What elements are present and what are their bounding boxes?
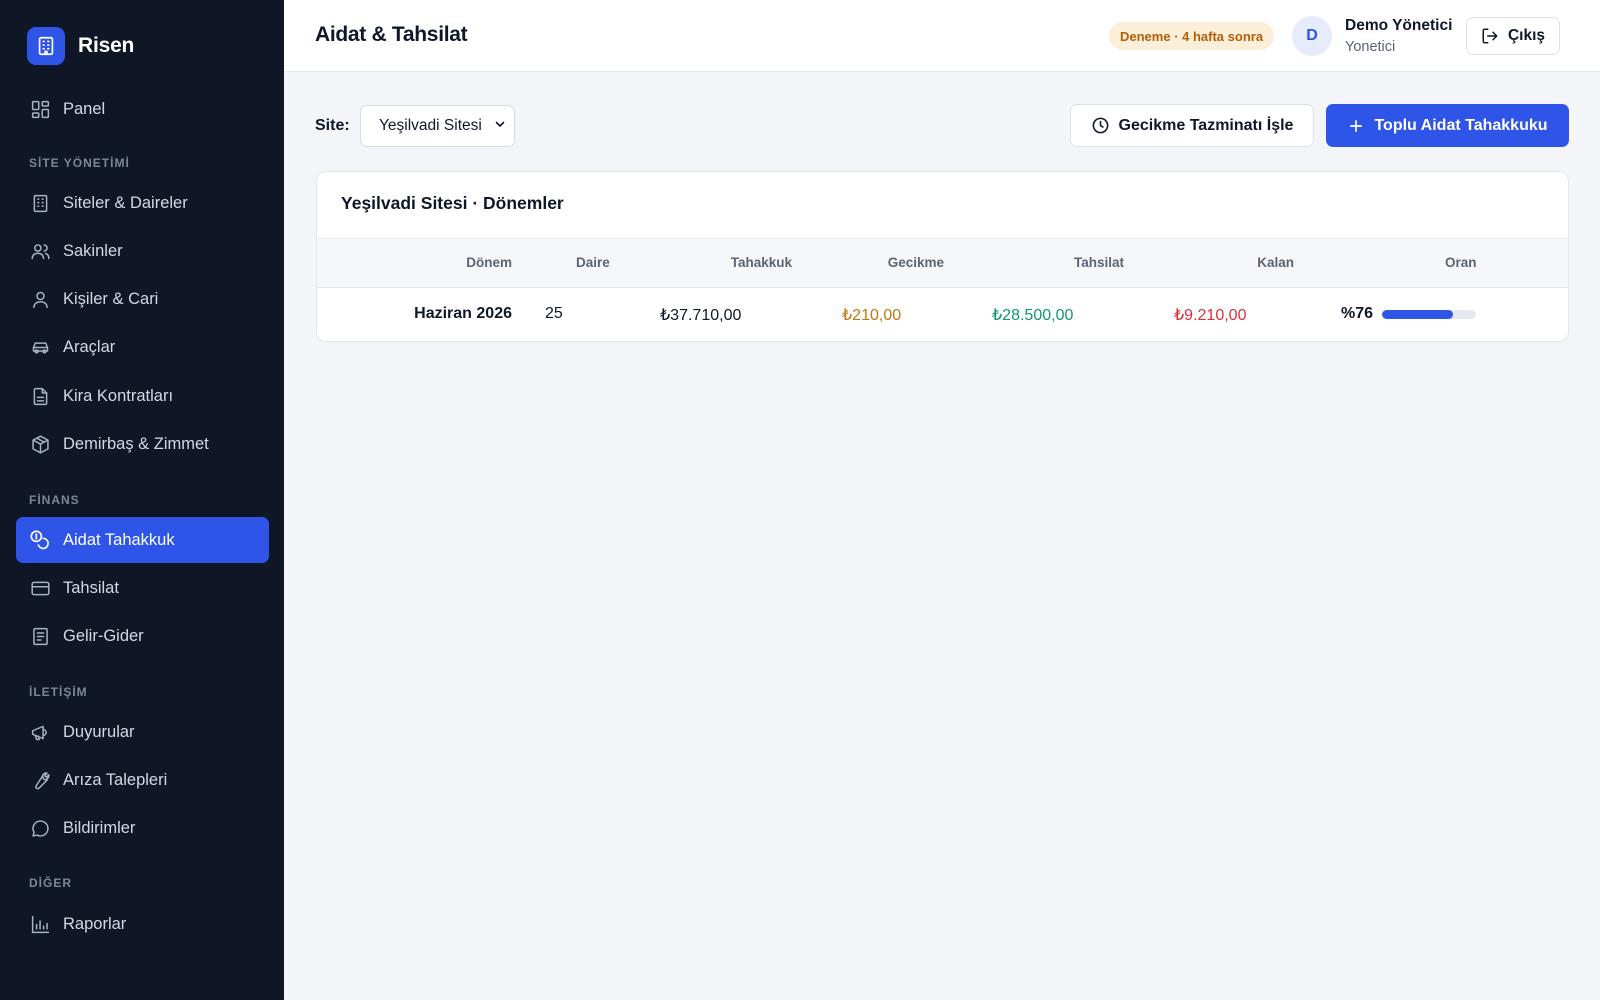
trial-status-badge: Deneme · 4 hafta sonra [1109,22,1275,50]
chat-bubble-icon [29,817,51,839]
sidebar-item-label: Araçlar [63,337,116,356]
car-icon [29,336,51,358]
clock-icon [1091,116,1110,135]
sidebar-item-label: Raporlar [63,914,127,933]
wrench-icon [29,769,51,791]
package-icon [29,433,51,455]
ledger-icon [29,625,51,647]
user-icon [29,288,51,310]
sidebar-item-residents[interactable]: Sakinler [16,228,269,274]
sidebar-item-label: Kira Kontratları [63,386,174,405]
dashboard-icon [29,98,51,120]
card-title: Yeşilvadi Sitesi · Dönemler [341,193,564,213]
site-select[interactable]: Yeşilvadi Sitesi [360,105,515,147]
sidebar-item-panel[interactable]: Panel [16,86,269,132]
section-title-other: DİĞER [29,876,73,890]
logout-icon [1481,27,1499,45]
column-header-units: Daire [576,255,610,270]
sidebar-item-lease-contracts[interactable]: Kira Kontratları [16,373,269,419]
cell-accrual: ₺37.710,00 [660,307,742,324]
app-name: Risen [78,34,135,57]
cell-late-fee: ₺210,00 [842,307,902,324]
process-late-fee-label: Gecikme Tazminatı İşle [1118,116,1294,134]
avatar[interactable]: D [1292,16,1332,56]
page-title: Aidat & Tahsilat [315,23,468,46]
column-header-rate: Oran [1445,255,1477,270]
megaphone-icon [29,721,51,743]
table-header: Dönem Daire Tahakkuk Gecikme Tahsilat Ka… [317,238,1568,288]
sidebar-item-label: Arıza Talepleri [63,770,168,789]
user-name: Demo Yönetici [1345,17,1453,34]
sidebar-item-label: Sakinler [63,241,123,260]
sidebar-item-reports[interactable]: Raporlar [16,901,269,947]
column-header-collected: Tahsilat [1073,255,1124,270]
user-role: Yonetici [1345,39,1396,55]
site-label: Site: [315,117,350,134]
cell-rate: %76 [1341,305,1374,322]
bulk-accrual-button[interactable]: Toplu Aidat Tahakkuku [1326,104,1569,147]
sidebar-item-label: Siteler & Daireler [63,193,188,212]
cell-remaining: ₺9.210,00 [1174,307,1247,324]
cell-units: 25 [545,305,563,322]
sidebar-item-income-expense[interactable]: Gelir-Gider [16,613,269,659]
cell-collected: ₺28.500,00 [992,307,1074,324]
rate-progress-fill [1382,310,1454,319]
sidebar-item-notifications[interactable]: Bildirimler [16,805,269,851]
document-icon [29,385,51,407]
sidebar-item-label: Duyurular [63,722,135,741]
sidebar-item-vehicles[interactable]: Araçlar [16,324,269,370]
logout-button[interactable]: Çıkış [1466,17,1560,55]
sidebar-item-sites[interactable]: Siteler & Daireler [16,180,269,226]
sidebar-item-fixtures[interactable]: Demirbaş & Zimmet [16,421,269,467]
sidebar-item-label: Demirbaş & Zimmet [63,434,209,453]
periods-card: Yeşilvadi Sitesi · Dönemler Dönem Daire … [316,171,1569,342]
column-header-late-fee: Gecikme [887,255,944,270]
coins-icon [29,529,51,551]
sidebar-item-announcements[interactable]: Duyurular [16,709,269,755]
bulk-accrual-label: Toplu Aidat Tahakkuku [1374,116,1548,134]
sidebar-item-label: Tahsilat [63,578,119,597]
bar-chart-icon [29,913,51,935]
sidebar-item-label: Aidat Tahakkuk [63,530,175,549]
section-title-finance: FİNANS [29,493,80,507]
sidebar-item-dues-accrual[interactable]: Aidat Tahakkuk [16,517,269,563]
sidebar-item-fault-requests[interactable]: Arıza Talepleri [16,757,269,803]
sidebar-item-label: Gelir-Gider [63,626,144,645]
section-title-site-management: SİTE YÖNETİMİ [29,156,130,170]
top-header: Aidat & Tahsilat Deneme · 4 hafta sonra … [284,0,1600,72]
column-header-remaining: Kalan [1257,255,1294,270]
logout-label: Çıkış [1507,27,1546,44]
section-title-communication: İLETİŞİM [29,685,88,699]
sidebar-item-label: Kişiler & Cari [63,289,159,308]
building-logo-icon [27,27,65,65]
cell-period: Haziran 2026 [414,305,512,322]
process-late-fee-button[interactable]: Gecikme Tazminatı İşle [1070,104,1314,147]
sidebar-item-label: Bildirimler [63,818,136,837]
credit-card-icon [29,577,51,599]
site-select-value: Yeşilvadi Sitesi [379,117,482,134]
plus-icon [1347,117,1365,135]
sidebar-item-collections[interactable]: Tahsilat [16,565,269,611]
sidebar-item-label: Panel [63,99,106,118]
users-icon [29,240,51,262]
building-icon [29,192,51,214]
column-header-accrual: Tahakkuk [730,255,792,270]
rate-progress-bar [1382,310,1476,319]
sidebar-item-people-accounts[interactable]: Kişiler & Cari [16,276,269,322]
sidebar: Risen Panel SİTE YÖNETİMİ Siteler & Dair… [0,0,284,1000]
column-header-period: Dönem [466,255,512,270]
chevron-down-icon [494,117,506,135]
brand[interactable]: Risen [27,27,134,65]
